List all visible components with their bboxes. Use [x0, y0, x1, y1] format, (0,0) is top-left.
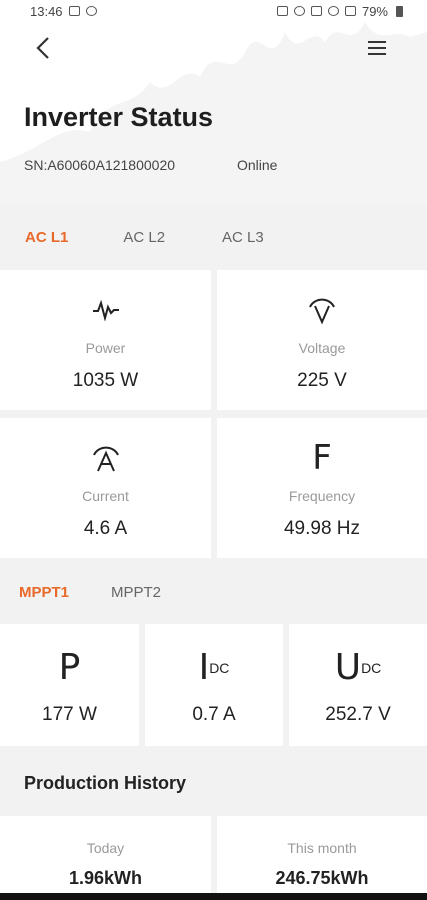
- production-history-title: Production History: [24, 773, 187, 793]
- status-text: Online: [237, 157, 278, 173]
- tab-mppt1[interactable]: MPPT1: [19, 584, 69, 601]
- power-symbol: P: [58, 647, 81, 688]
- mppt-value: 252.7 V: [325, 704, 391, 725]
- chat-icon: [276, 6, 288, 16]
- battery-percent: 79%: [361, 3, 388, 19]
- tab-ac-l3[interactable]: AC L3: [222, 229, 264, 246]
- menu-icon-line: [368, 47, 386, 49]
- battery-icon: [396, 5, 403, 17]
- menu-button[interactable]: [368, 36, 392, 60]
- mppt-card-voltage: U DC 252.7 V: [289, 624, 427, 746]
- metric-value: 1035 W: [72, 370, 139, 391]
- tab-mppt2[interactable]: MPPT2: [111, 584, 161, 601]
- menu-icon-line: [368, 41, 386, 43]
- status-bar: 13:46 79%: [0, 0, 427, 22]
- metric-card-power: Power 1035 W: [0, 270, 211, 410]
- tab-ac-l1[interactable]: AC L1: [25, 229, 68, 246]
- alarm-icon: [293, 6, 305, 16]
- metric-value: 225 V: [297, 370, 347, 391]
- production-value: 1.96kWh: [68, 868, 143, 888]
- production-label: This month: [287, 840, 357, 856]
- metric-value: 4.6 A: [83, 518, 128, 539]
- mppt-value: 177 W: [42, 704, 97, 725]
- message-notification-icon: [85, 6, 97, 16]
- production-month-card: This month 246.75kWh: [217, 816, 427, 900]
- metric-card-voltage: Voltage 225 V: [217, 270, 427, 410]
- tab-ac-l2[interactable]: AC L2: [123, 229, 165, 246]
- production-value: 246.75kWh: [275, 868, 369, 888]
- clock: 13:46: [30, 3, 63, 19]
- metric-card-frequency: F Frequency 49.98 Hz: [217, 418, 427, 558]
- wifi-icon: [327, 6, 339, 16]
- metric-label: Frequency: [288, 488, 356, 504]
- mppt-value: 0.7 A: [192, 704, 236, 725]
- metric-value: 49.98 Hz: [283, 518, 361, 539]
- mute-icon: [310, 6, 322, 16]
- serial-number: SN:A60060A121800020: [24, 157, 176, 173]
- gallery-notification-icon: [68, 6, 80, 16]
- production-today-card: Today 1.96kWh: [0, 816, 211, 900]
- back-button[interactable]: [30, 34, 58, 62]
- page-title: Inverter Status: [24, 102, 214, 132]
- chevron-left-icon: [36, 37, 49, 59]
- metric-label: Voltage: [298, 340, 346, 356]
- voltage-dc-symbol: U DC: [334, 647, 382, 688]
- power-wave-icon: [92, 288, 120, 332]
- menu-icon-line: [368, 53, 386, 55]
- metric-card-current: Current 4.6 A: [0, 418, 211, 558]
- mppt-tab-bar: MPPT1 MPPT2: [0, 562, 427, 622]
- mppt-card-power: P 177 W: [0, 624, 139, 746]
- frequency-icon: F: [312, 438, 332, 478]
- metric-label: Power: [85, 340, 126, 356]
- signal-icon: [344, 6, 356, 16]
- navigation-bar: [0, 893, 427, 900]
- ac-tab-bar: AC L1 AC L2 AC L3: [0, 207, 427, 267]
- metric-label: Current: [82, 488, 129, 504]
- voltage-icon: [307, 288, 337, 332]
- current-icon: [91, 436, 121, 480]
- current-dc-symbol: I DC: [198, 647, 230, 688]
- mppt-card-current: I DC 0.7 A: [145, 624, 283, 746]
- header: Inverter Status SN:A60060A121800020 Onli…: [0, 22, 427, 204]
- production-label: Today: [86, 840, 125, 856]
